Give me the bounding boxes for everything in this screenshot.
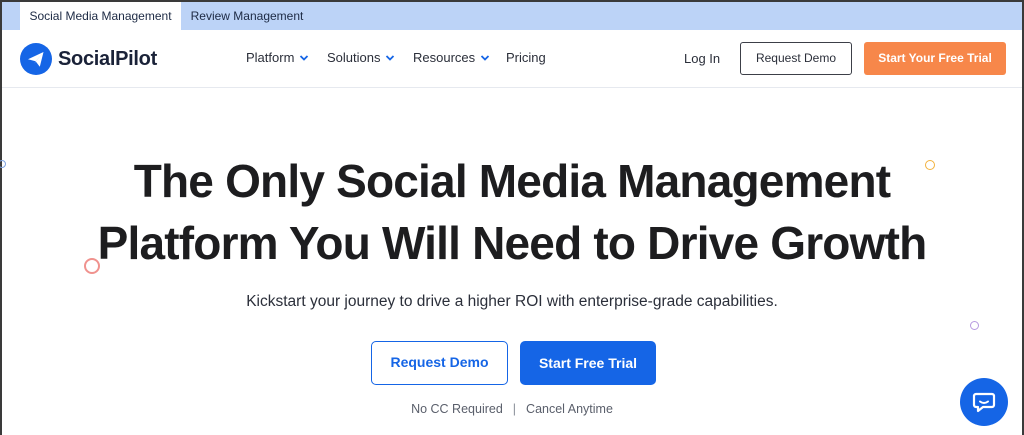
nav-pricing-label: Pricing: [506, 50, 546, 65]
paper-plane-icon: [20, 43, 52, 75]
nav-platform[interactable]: Platform: [246, 50, 309, 65]
start-free-trial-button[interactable]: Start Your Free Trial: [864, 42, 1006, 75]
note-cancel-anytime: Cancel Anytime: [526, 402, 613, 416]
note-separator: |: [512, 402, 517, 416]
nav-resources-label: Resources: [413, 50, 476, 65]
request-demo-button[interactable]: Request Demo: [740, 42, 852, 75]
nav-pricing[interactable]: Pricing: [506, 50, 546, 65]
nav-solutions[interactable]: Solutions: [327, 50, 395, 65]
decorative-dot: [970, 321, 979, 330]
nav-solutions-label: Solutions: [327, 50, 381, 65]
hero-request-demo-button[interactable]: Request Demo: [371, 341, 508, 385]
note-no-cc: No CC Required: [411, 402, 503, 416]
hero-start-free-trial-button[interactable]: Start Free Trial: [520, 341, 656, 385]
chevron-down-icon: [481, 54, 490, 61]
login-link[interactable]: Log In: [684, 51, 720, 66]
hero-title-line-1: The Only Social Media Management: [133, 155, 891, 207]
hero-title: The Only Social Media Management Platfor…: [2, 150, 1022, 274]
hero-title-line-2: Platform You Will Need to Drive Growth: [97, 217, 928, 269]
hero-subtitle: Kickstart your journey to drive a higher…: [246, 293, 778, 310]
main-navbar: SocialPilot Platform Solutions Resources…: [2, 30, 1022, 88]
product-switcher: Social Media Management Review Managemen…: [2, 0, 1022, 30]
chat-widget-button[interactable]: [960, 378, 1008, 426]
chevron-down-icon: [300, 54, 309, 61]
trial-notes: No CC Required | Cancel Anytime: [2, 402, 1022, 416]
brand-logo[interactable]: SocialPilot: [20, 42, 157, 76]
tab-social-media-management[interactable]: Social Media Management: [20, 2, 181, 30]
tab-review-management[interactable]: Review Management: [182, 2, 312, 30]
chevron-down-icon: [386, 54, 395, 61]
nav-resources[interactable]: Resources: [413, 50, 490, 65]
nav-platform-label: Platform: [246, 50, 295, 65]
brand-name: SocialPilot: [58, 47, 157, 70]
chat-bubble-icon: [972, 392, 996, 413]
